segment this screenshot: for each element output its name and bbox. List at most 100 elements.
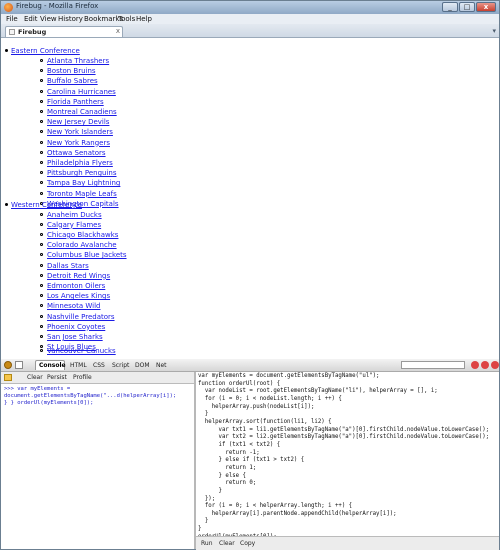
team-link[interactable]: Los Angeles Kings bbox=[40, 292, 111, 301]
team-name: Ottawa Senators bbox=[47, 148, 106, 157]
team-link[interactable]: Minnesota Wild bbox=[40, 302, 101, 311]
menu-help[interactable]: Help bbox=[136, 15, 152, 23]
team-link[interactable]: Dallas Stars bbox=[40, 262, 89, 270]
menu-tools[interactable]: Tools bbox=[118, 15, 135, 23]
run-button[interactable]: Run bbox=[201, 540, 213, 547]
command-code[interactable]: var myElements = document.getElementsByT… bbox=[196, 372, 499, 536]
team-name: Phoenix Coyotes bbox=[47, 322, 106, 331]
team-link[interactable]: Boston Bruins bbox=[40, 67, 96, 75]
circle-bullet-icon bbox=[40, 69, 43, 73]
maximize-button[interactable]: □ bbox=[459, 2, 475, 12]
circle-bullet-icon bbox=[40, 171, 43, 175]
log-line: >>> var myElements = bbox=[4, 386, 71, 392]
console-log: >>> var myElements = document.getElement… bbox=[1, 384, 194, 549]
team-link[interactable]: Atlanta Thrashers bbox=[40, 57, 109, 65]
team-name: New York Rangers bbox=[47, 138, 110, 147]
team-name: Chicago Blackhawks bbox=[47, 230, 119, 239]
circle-bullet-icon bbox=[40, 349, 43, 352]
team-link[interactable]: Phoenix Coyotes bbox=[40, 322, 106, 331]
firebug-panel: Console ▾ HTML CSS Script DOM Net Clear … bbox=[1, 359, 499, 550]
circle-bullet-icon bbox=[40, 243, 43, 247]
conference-link[interactable]: Western Conference bbox=[5, 200, 82, 209]
team-link[interactable]: Edmonton Oilers bbox=[40, 281, 106, 290]
team-name: New York Islanders bbox=[47, 128, 113, 137]
menu-history[interactable]: History bbox=[58, 15, 83, 23]
team-link[interactable]: Colorado Avalanche bbox=[40, 241, 117, 250]
close-firebug-icon[interactable] bbox=[491, 361, 499, 369]
team-link[interactable]: New York Rangers bbox=[40, 138, 110, 147]
team-link[interactable]: Nashville Predators bbox=[40, 313, 115, 321]
conference-link[interactable]: Eastern Conference bbox=[5, 47, 80, 55]
menu-file[interactable]: File bbox=[6, 15, 18, 23]
circle-bullet-icon bbox=[40, 283, 43, 287]
team-link[interactable]: Florida Panthers bbox=[40, 97, 104, 106]
team-link[interactable]: Anaheim Ducks bbox=[40, 211, 102, 219]
circle-bullet-icon bbox=[40, 110, 43, 113]
tab-script[interactable]: Script bbox=[112, 362, 129, 369]
circle-bullet-icon bbox=[40, 130, 43, 134]
log-line: } } orderUl(myElements[0]); bbox=[4, 400, 94, 406]
command-toolbar: Run Clear Copy bbox=[196, 536, 499, 550]
tab-firebug[interactable]: Firebug x bbox=[5, 26, 123, 37]
detach-icon[interactable] bbox=[471, 361, 479, 369]
circle-bullet-icon bbox=[40, 161, 43, 164]
team-link[interactable]: Calgary Flames bbox=[40, 221, 101, 229]
team-link[interactable]: Columbus Blue Jackets bbox=[40, 251, 127, 259]
team-link[interactable]: Chicago Blackhawks bbox=[40, 230, 119, 239]
circle-bullet-icon bbox=[40, 212, 43, 216]
team-link[interactable]: Buffalo Sabres bbox=[40, 77, 98, 85]
team-name: Edmonton Oilers bbox=[47, 281, 106, 290]
conference-name: Eastern Conference bbox=[11, 47, 80, 55]
circle-bullet-icon bbox=[40, 59, 43, 62]
firebug-bug-icon[interactable] bbox=[4, 361, 12, 369]
minimize-button[interactable]: _ bbox=[442, 2, 458, 12]
tab-dom[interactable]: DOM bbox=[135, 362, 150, 369]
team-link[interactable]: Philadelphia Flyers bbox=[40, 159, 113, 167]
menu-view[interactable]: View bbox=[40, 15, 57, 23]
tab-label: Firebug bbox=[18, 28, 47, 36]
window-title: Firebug - Mozilla Firefox bbox=[16, 2, 99, 10]
team-link[interactable]: Pittsburgh Penguins bbox=[40, 169, 117, 177]
team-name: San Jose Sharks bbox=[47, 332, 103, 341]
team-link[interactable]: Toronto Maple Leafs bbox=[40, 190, 117, 198]
team-name: Los Angeles Kings bbox=[47, 292, 111, 301]
team-name: Detroit Red Wings bbox=[47, 271, 111, 280]
inspect-icon[interactable] bbox=[15, 361, 23, 369]
tab-css[interactable]: CSS bbox=[93, 362, 105, 369]
conference-name: Western Conference bbox=[11, 200, 82, 209]
clear-button[interactable]: Clear bbox=[27, 374, 43, 381]
minimize-firebug-icon[interactable] bbox=[481, 361, 489, 369]
tab-list-icon[interactable]: ▾ bbox=[492, 27, 496, 35]
team-link[interactable]: Ottawa Senators bbox=[40, 148, 106, 157]
team-link[interactable]: New York Islanders bbox=[40, 128, 113, 137]
firebug-search-input[interactable] bbox=[401, 361, 465, 369]
filter-icon[interactable] bbox=[4, 374, 12, 381]
team-link[interactable]: New Jersey Devils bbox=[40, 118, 109, 126]
team-link[interactable]: Detroit Red Wings bbox=[40, 271, 111, 280]
persist-button[interactable]: Persist bbox=[47, 374, 67, 381]
team-link[interactable]: Carolina Hurricanes bbox=[40, 88, 116, 96]
menu-bar: File Edit View History Bookmarks Tools H… bbox=[1, 14, 499, 24]
bullet-icon bbox=[5, 49, 8, 52]
team-name: Philadelphia Flyers bbox=[47, 159, 113, 167]
tab-console[interactable]: Console ▾ bbox=[35, 360, 66, 379]
close-button[interactable]: x bbox=[476, 2, 496, 12]
menu-edit[interactable]: Edit bbox=[24, 15, 38, 23]
team-link[interactable]: Tampa Bay Lightning bbox=[40, 179, 120, 187]
team-name: Minnesota Wild bbox=[47, 302, 101, 311]
team-name: Colorado Avalanche bbox=[47, 241, 117, 250]
circle-bullet-icon bbox=[40, 191, 43, 195]
tab-html[interactable]: HTML bbox=[70, 362, 87, 369]
team-link[interactable]: Montreal Canadiens bbox=[40, 108, 117, 116]
profile-button[interactable]: Profile bbox=[73, 374, 92, 381]
circle-bullet-icon bbox=[40, 89, 43, 93]
circle-bullet-icon bbox=[40, 150, 43, 154]
command-editor[interactable]: var myElements = document.getElementsByT… bbox=[196, 372, 499, 536]
team-name: Florida Panthers bbox=[47, 97, 104, 106]
copy-button[interactable]: Copy bbox=[240, 540, 255, 547]
clear-code-button[interactable]: Clear bbox=[219, 540, 235, 547]
team-link[interactable]: San Jose Sharks bbox=[40, 332, 103, 341]
team-link[interactable]: Vancouver Canucks bbox=[40, 347, 116, 355]
tab-net[interactable]: Net bbox=[156, 362, 167, 369]
tab-close-icon[interactable]: x bbox=[116, 27, 120, 35]
